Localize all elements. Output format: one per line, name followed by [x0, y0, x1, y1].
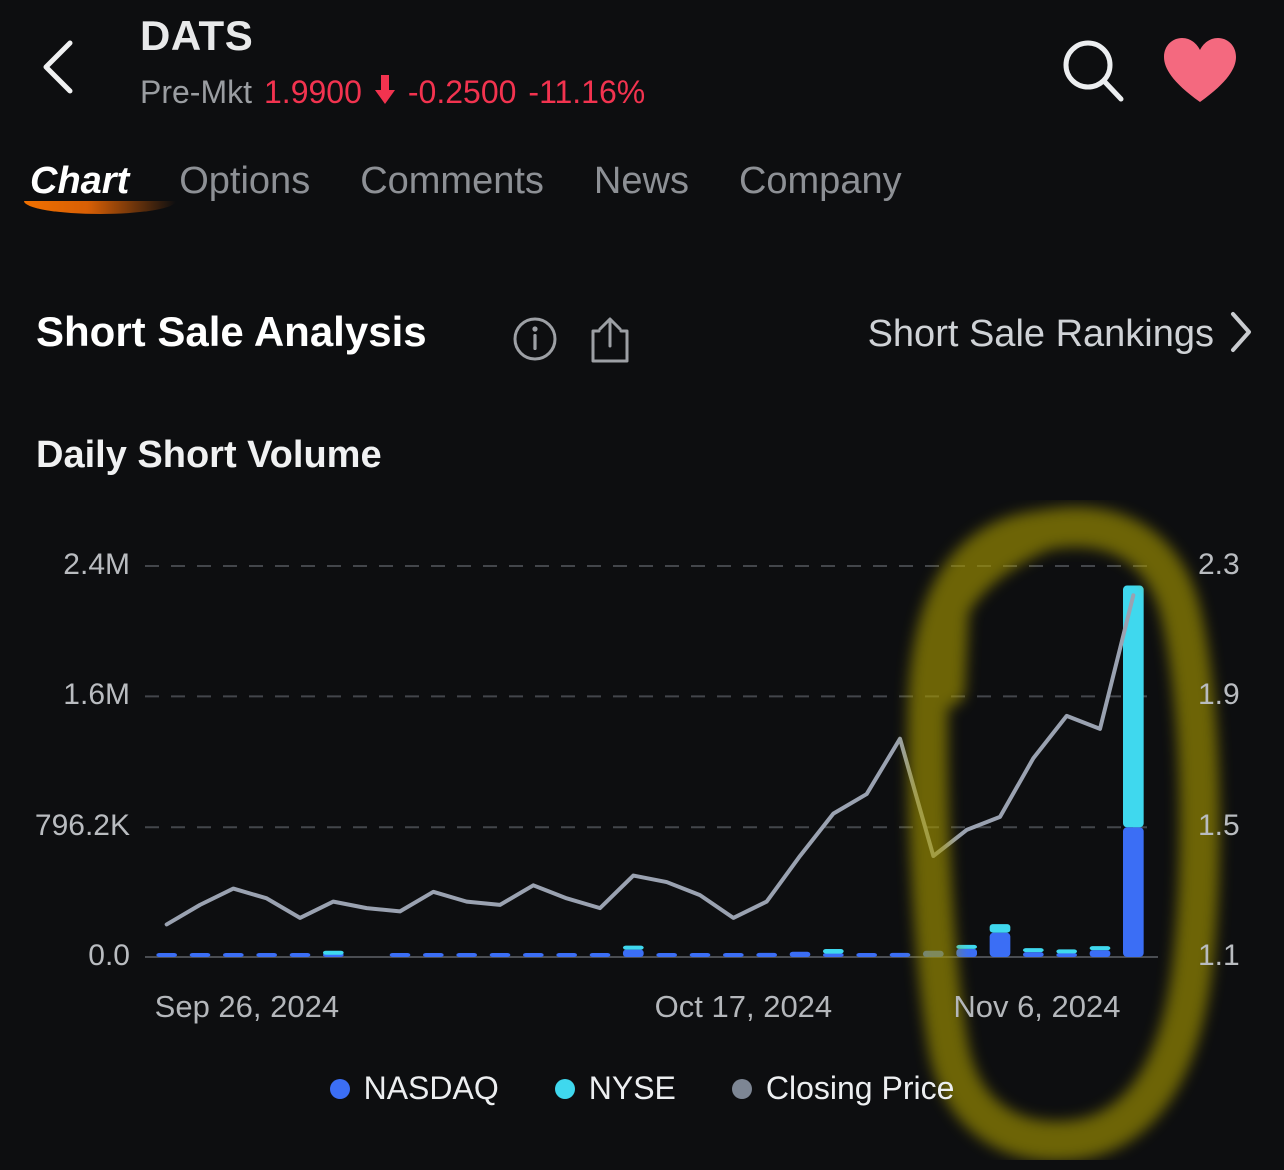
- page-title: DATS: [140, 12, 254, 59]
- x-axis-tick: Nov 6, 2024: [953, 989, 1121, 1024]
- y-axis-right-tick: 1.1: [1198, 939, 1240, 972]
- quote-summary: Pre-Mkt 1.9900 -0.2500 -11.16%: [140, 74, 645, 111]
- back-button[interactable]: [32, 38, 84, 96]
- legend-item-nyse[interactable]: NYSE: [554, 1070, 676, 1107]
- legend-label: NASDAQ: [363, 1070, 499, 1106]
- app-header: DATS Pre-Mkt 1.9900 -0.2500 -11.16%: [0, 0, 1284, 140]
- search-icon: [1058, 40, 1128, 110]
- arrow-down-icon: [374, 75, 396, 110]
- daily-short-volume-chart[interactable]: 0.0 796.2K 1.6M 2.4M 1.1 1.5 1.9 2.3 Sep 26, 202…: [0, 500, 1284, 1160]
- quote-change: -0.2500: [407, 74, 517, 110]
- section-tabs: Chart Options Comments News Company: [0, 160, 1284, 230]
- heart-icon: [1164, 38, 1236, 108]
- tab-options[interactable]: Options: [179, 160, 310, 217]
- y-axis-right-tick: 2.3: [1198, 548, 1240, 581]
- legend-color-dot: [554, 1078, 575, 1099]
- y-axis-right-tick: 1.9: [1198, 678, 1240, 712]
- quote-price: 1.9900: [264, 74, 362, 110]
- tab-label: Chart: [30, 160, 130, 202]
- y-axis-right-tick: 1.5: [1198, 808, 1240, 842]
- y-axis-left-tick: 796.2K: [34, 809, 130, 843]
- legend-label: Closing Price: [765, 1070, 955, 1106]
- tab-news[interactable]: News: [594, 160, 689, 217]
- short-sale-analysis-header: Short Sale Analysis Short Sale Rankings: [0, 308, 1284, 378]
- x-axis-tick: Sep 26, 2024: [154, 989, 340, 1024]
- short-sale-rankings-link[interactable]: Short Sale Rankings: [868, 310, 1254, 359]
- section-title: Short Sale Analysis: [36, 308, 427, 355]
- tab-chart[interactable]: Chart: [30, 160, 129, 217]
- info-button[interactable]: [512, 316, 558, 367]
- tab-company[interactable]: Company: [739, 160, 902, 217]
- y-axis-left-tick: 0.0: [88, 939, 130, 972]
- info-circle-icon: [512, 317, 558, 366]
- tab-label: Comments: [360, 160, 544, 202]
- chart-canvas: [145, 565, 1158, 958]
- legend-label: NYSE: [588, 1070, 676, 1106]
- share-icon: [588, 317, 632, 368]
- legend-color-dot: [329, 1078, 350, 1099]
- quote-change-percent: -11.16%: [528, 74, 646, 110]
- chevron-right-icon: [1228, 310, 1254, 359]
- favorite-button[interactable]: [1164, 38, 1236, 109]
- rankings-label: Short Sale Rankings: [867, 313, 1214, 355]
- chevron-left-icon: [38, 39, 78, 95]
- x-axis-tick: Oct 17, 2024: [654, 989, 833, 1024]
- search-button[interactable]: [1058, 36, 1128, 111]
- session-label: Pre-Mkt: [140, 74, 252, 110]
- legend-item-nasdaq[interactable]: NASDAQ: [329, 1070, 499, 1107]
- y-axis-left-tick: 1.6M: [63, 678, 130, 712]
- y-axis-left-tick: 2.4M: [63, 548, 130, 581]
- legend-color-dot: [731, 1078, 752, 1099]
- chart-legend: NASDAQ NYSE Closing Price: [0, 1070, 1284, 1107]
- share-button[interactable]: [588, 316, 632, 369]
- legend-item-closing-price[interactable]: Closing Price: [731, 1070, 955, 1107]
- tab-label: Company: [738, 160, 902, 202]
- tab-comments[interactable]: Comments: [360, 160, 544, 217]
- tab-label: Options: [179, 160, 311, 202]
- tab-label: News: [593, 160, 689, 202]
- chart-title: Daily Short Volume: [36, 434, 382, 476]
